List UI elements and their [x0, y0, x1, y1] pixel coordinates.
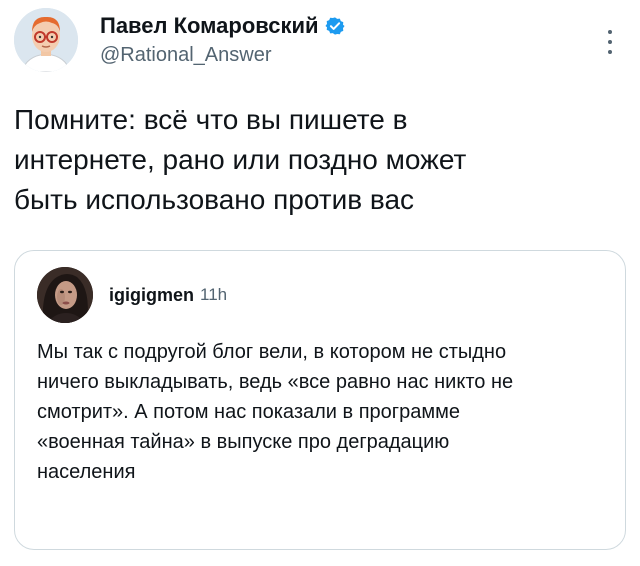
woman-photo-avatar-icon	[37, 267, 93, 323]
quoted-username[interactable]: igigigmen	[109, 285, 194, 306]
author-info: Павел Комаровский @Rational_Answer	[100, 12, 345, 67]
quoted-timestamp[interactable]: 11h	[200, 285, 227, 305]
tweet-text: Помните: всё что вы пишете в интернете, …	[14, 104, 467, 215]
quoted-tweet-card[interactable]: igigigmen 11h Мы так с подругой блог вел…	[14, 250, 626, 550]
author-display-name[interactable]: Павел Комаровский	[100, 13, 319, 39]
tweet: Павел Комаровский @Rational_Answer Помни…	[0, 0, 640, 566]
quoted-tweet-header: igigigmen 11h	[37, 267, 227, 323]
author-handle[interactable]: @Rational_Answer	[100, 44, 345, 67]
verified-badge-icon	[325, 16, 345, 36]
cartoon-man-glasses-avatar-icon	[14, 8, 78, 72]
author-avatar[interactable]	[14, 8, 78, 72]
quoted-tweet-text: Мы так с подругой блог вели, в котором н…	[37, 341, 514, 483]
more-options-icon[interactable]	[600, 30, 620, 54]
quoted-user-avatar[interactable]	[37, 267, 93, 323]
author-name-row: Павел Комаровский	[100, 12, 345, 40]
